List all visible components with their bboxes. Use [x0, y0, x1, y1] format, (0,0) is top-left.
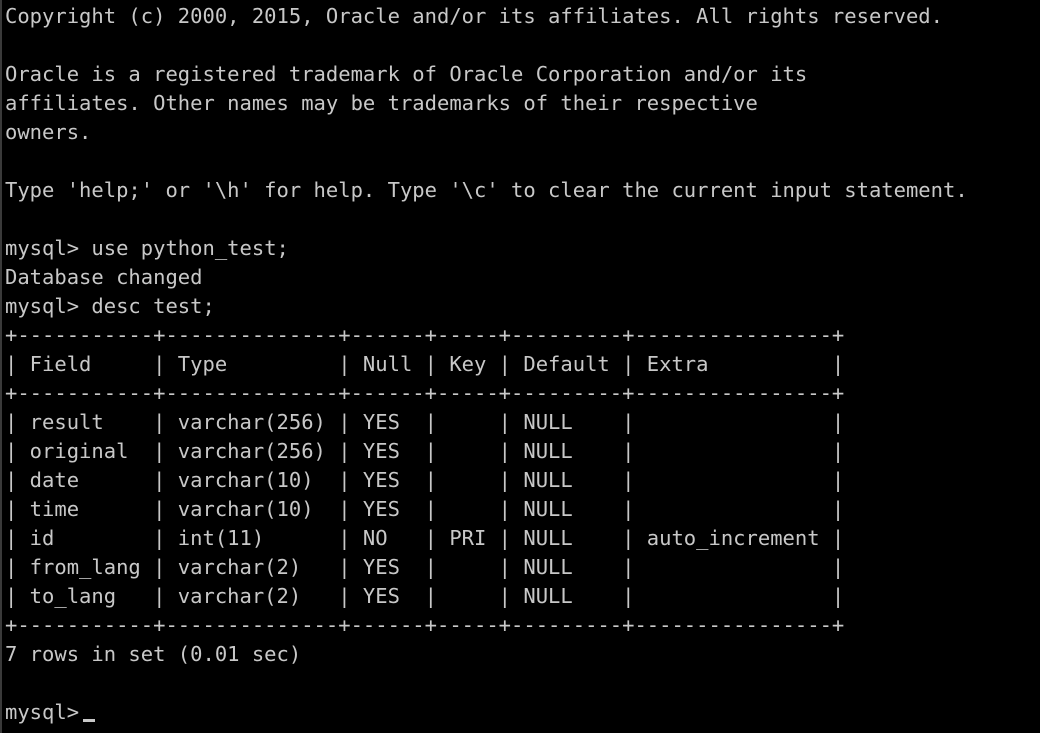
table-row: | id | int(11) | NO | PRI | NULL | auto_…	[5, 526, 845, 550]
table-row: | to_lang | varchar(2) | YES | | NULL | …	[5, 584, 845, 608]
command-text: use python_test;	[91, 236, 289, 260]
table-row: | original | varchar(256) | YES | | NULL…	[5, 439, 845, 463]
command-line: mysql> use python_test;	[5, 234, 289, 263]
text-cursor	[83, 719, 96, 722]
table-header: | Field | Type | Null | Key | Default | …	[5, 352, 845, 376]
prompt: mysql>	[5, 294, 80, 318]
copyright-line: Copyright (c) 2000, 2015, Oracle and/or …	[5, 4, 943, 28]
trademark-line: affiliates. Other names may be trademark…	[5, 91, 758, 115]
table-row: | from_lang | varchar(2) | YES | | NULL …	[5, 555, 845, 579]
table-row: | time | varchar(10) | YES | | NULL | |	[5, 497, 845, 521]
table-row: | date | varchar(10) | YES | | NULL | |	[5, 468, 845, 492]
trademark-line: owners.	[5, 120, 92, 144]
table-border: +-----------+--------------+------+-----…	[5, 613, 845, 637]
help-line: Type 'help;' or '\h' for help. Type '\c'…	[5, 178, 968, 202]
command-line: mysql> desc test;	[5, 292, 215, 321]
terminal-window[interactable]: Copyright (c) 2000, 2015, Oracle and/or …	[0, 0, 1040, 733]
table-row: | result | varchar(256) | YES | | NULL |…	[5, 410, 845, 434]
table-border: +-----------+--------------+------+-----…	[5, 381, 845, 405]
command-text: desc test;	[91, 294, 215, 318]
status-output: Database changed	[5, 265, 203, 289]
prompt: mysql>	[5, 236, 80, 260]
table-border: +-----------+--------------+------+-----…	[5, 323, 845, 347]
prompt: mysql>	[5, 700, 80, 724]
input-line[interactable]: mysql>	[5, 698, 96, 727]
trademark-line: Oracle is a registered trademark of Orac…	[5, 62, 808, 86]
result-summary: 7 rows in set (0.01 sec)	[5, 642, 302, 666]
